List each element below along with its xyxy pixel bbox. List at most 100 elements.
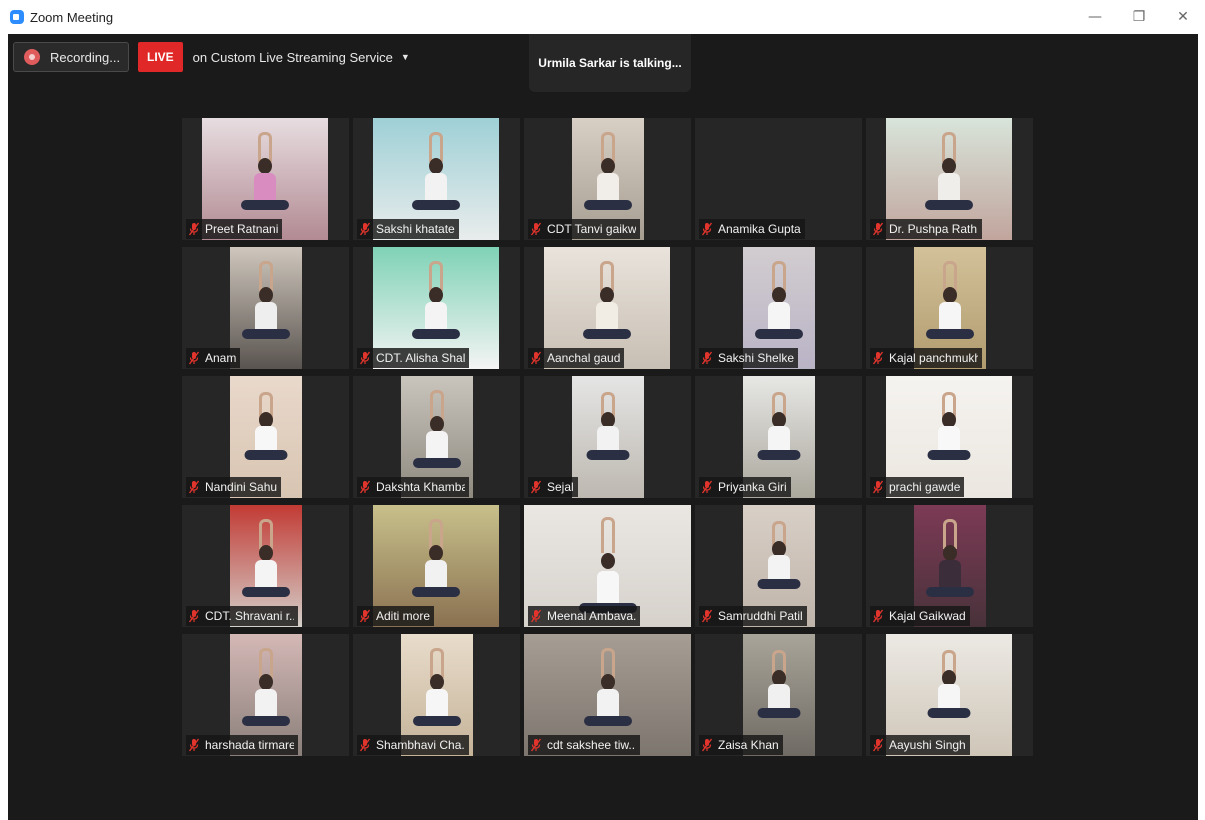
- mic-muted-icon: [359, 222, 371, 236]
- participant-name-label: Aanchal gaud: [528, 348, 625, 368]
- participant-name: Priyanka Giri: [718, 480, 787, 494]
- participant-tile[interactable]: Preet Ratnani: [182, 118, 349, 240]
- participant-tile[interactable]: Kajal panchmukh: [866, 247, 1033, 369]
- participant-name-label: Anam: [186, 348, 241, 368]
- participant-name: prachi gawde: [889, 480, 961, 494]
- participant-tile[interactable]: Sakshi khatate: [353, 118, 520, 240]
- mic-muted-icon: [872, 609, 884, 623]
- participant-tile[interactable]: Anam: [182, 247, 349, 369]
- participant-name-label: Shambhavi Cha...: [357, 735, 469, 755]
- participant-name: Meenal Ambava...: [547, 609, 636, 623]
- minimize-button[interactable]: —: [1073, 0, 1117, 34]
- participant-tile[interactable]: Sejal: [524, 376, 691, 498]
- mic-muted-icon: [872, 480, 884, 494]
- participant-tile[interactable]: Meenal Ambava...: [524, 505, 691, 627]
- participant-tile[interactable]: Aanchal gaud: [524, 247, 691, 369]
- participant-name-label: Sakshi khatate: [357, 219, 459, 239]
- participant-name-label: CDT. Shravani r...: [186, 606, 298, 626]
- participant-name: Nandini Sahu: [205, 480, 278, 494]
- participant-name: Preet Ratnani: [205, 222, 279, 236]
- participant-name: Sakshi khatate: [376, 222, 455, 236]
- mic-muted-icon: [530, 609, 542, 623]
- mic-muted-icon: [188, 480, 200, 494]
- participant-name-label: Meenal Ambava...: [528, 606, 640, 626]
- mic-muted-icon: [359, 351, 371, 365]
- participant-name-label: Priyanka Giri: [699, 477, 791, 497]
- participant-name: Sakshi Shelke: [718, 351, 795, 365]
- participant-name: Anam: [205, 351, 237, 365]
- participant-name-label: harshada tirmare: [186, 735, 298, 755]
- participant-name-label: Anamika Gupta: [699, 219, 805, 239]
- mic-muted-icon: [701, 738, 713, 752]
- participant-name: CDT Tanvi gaikw...: [547, 222, 636, 236]
- participant-tile[interactable]: CDT Tanvi gaikw...: [524, 118, 691, 240]
- active-speaker-banner: Urmila Sarkar is talking...: [529, 34, 691, 92]
- participant-name: CDT. Shravani r...: [205, 609, 294, 623]
- participant-name-label: CDT. Alisha Shal...: [357, 348, 469, 368]
- mic-muted-icon: [530, 351, 542, 365]
- participant-tile[interactable]: Nandini Sahu: [182, 376, 349, 498]
- participant-tile[interactable]: Kajal Gaikwad: [866, 505, 1033, 627]
- live-service-label: on Custom Live Streaming Service: [192, 49, 393, 65]
- participant-video: [230, 247, 302, 369]
- participant-tile[interactable]: Dr. Pushpa Rath...: [866, 118, 1033, 240]
- participant-name-label: Sakshi Shelke: [699, 348, 799, 368]
- restore-button[interactable]: ❐: [1117, 0, 1161, 34]
- participant-name: Dakshta Khambal: [376, 480, 465, 494]
- participant-tile[interactable]: Anamika Gupta: [695, 118, 862, 240]
- participant-name: Shambhavi Cha...: [376, 738, 465, 752]
- participant-video: [572, 376, 644, 498]
- recording-button[interactable]: Recording...: [13, 42, 129, 72]
- participant-name-label: cdt sakshee tiw...: [528, 735, 640, 755]
- mic-muted-icon: [188, 738, 200, 752]
- participant-tile[interactable]: harshada tirmare: [182, 634, 349, 756]
- participant-tile[interactable]: cdt sakshee tiw...: [524, 634, 691, 756]
- participant-name: Samruddhi Patil: [718, 609, 803, 623]
- mic-muted-icon: [701, 351, 713, 365]
- participant-name-label: Zaisa Khan: [699, 735, 783, 755]
- mic-muted-icon: [701, 222, 713, 236]
- mic-muted-icon: [359, 609, 371, 623]
- mic-muted-icon: [701, 480, 713, 494]
- participant-name: Kajal Gaikwad: [889, 609, 966, 623]
- participant-name: Kajal panchmukh: [889, 351, 978, 365]
- recording-label: Recording...: [50, 49, 121, 65]
- participant-name: Sejal: [547, 480, 574, 494]
- participant-name-label: prachi gawde: [870, 477, 965, 497]
- mic-muted-icon: [872, 222, 884, 236]
- mic-muted-icon: [188, 609, 200, 623]
- live-stream-dropdown[interactable]: LIVE on Custom Live Streaming Service ▼: [138, 42, 410, 72]
- participant-tile[interactable]: Priyanka Giri: [695, 376, 862, 498]
- participant-tile[interactable]: Aditi more: [353, 505, 520, 627]
- participant-name: Aayushi Singh: [889, 738, 966, 752]
- recording-icon: [24, 49, 40, 65]
- participant-name-label: Kajal Gaikwad: [870, 606, 970, 626]
- participant-name: Dr. Pushpa Rath...: [889, 222, 978, 236]
- mic-muted-icon: [188, 222, 200, 236]
- participant-name-label: Sejal: [528, 477, 578, 497]
- live-badge: LIVE: [138, 42, 183, 72]
- participant-tile[interactable]: prachi gawde: [866, 376, 1033, 498]
- participant-name-label: Aditi more: [357, 606, 435, 626]
- participant-name: Zaisa Khan: [718, 738, 779, 752]
- mic-muted-icon: [872, 351, 884, 365]
- participant-tile[interactable]: Dakshta Khambal: [353, 376, 520, 498]
- participant-name-label: Dr. Pushpa Rath...: [870, 219, 982, 239]
- participant-name: CDT. Alisha Shal...: [376, 351, 465, 365]
- participant-tile[interactable]: Sakshi Shelke: [695, 247, 862, 369]
- mic-muted-icon: [359, 738, 371, 752]
- participant-tile[interactable]: Zaisa Khan: [695, 634, 862, 756]
- meeting-area: Recording... LIVE on Custom Live Streami…: [8, 34, 1198, 820]
- participant-tile[interactable]: CDT. Shravani r...: [182, 505, 349, 627]
- participant-name: Aditi more: [376, 609, 431, 623]
- close-button[interactable]: ✕: [1161, 0, 1205, 34]
- participant-name-label: Samruddhi Patil: [699, 606, 807, 626]
- mic-muted-icon: [701, 609, 713, 623]
- participant-tile[interactable]: Aayushi Singh: [866, 634, 1033, 756]
- zoom-app-icon: [10, 10, 24, 24]
- participant-tile[interactable]: Samruddhi Patil: [695, 505, 862, 627]
- participant-tile[interactable]: Shambhavi Cha...: [353, 634, 520, 756]
- participant-tile[interactable]: CDT. Alisha Shal...: [353, 247, 520, 369]
- participant-name-label: Dakshta Khambal: [357, 477, 469, 497]
- participant-name: cdt sakshee tiw...: [547, 738, 636, 752]
